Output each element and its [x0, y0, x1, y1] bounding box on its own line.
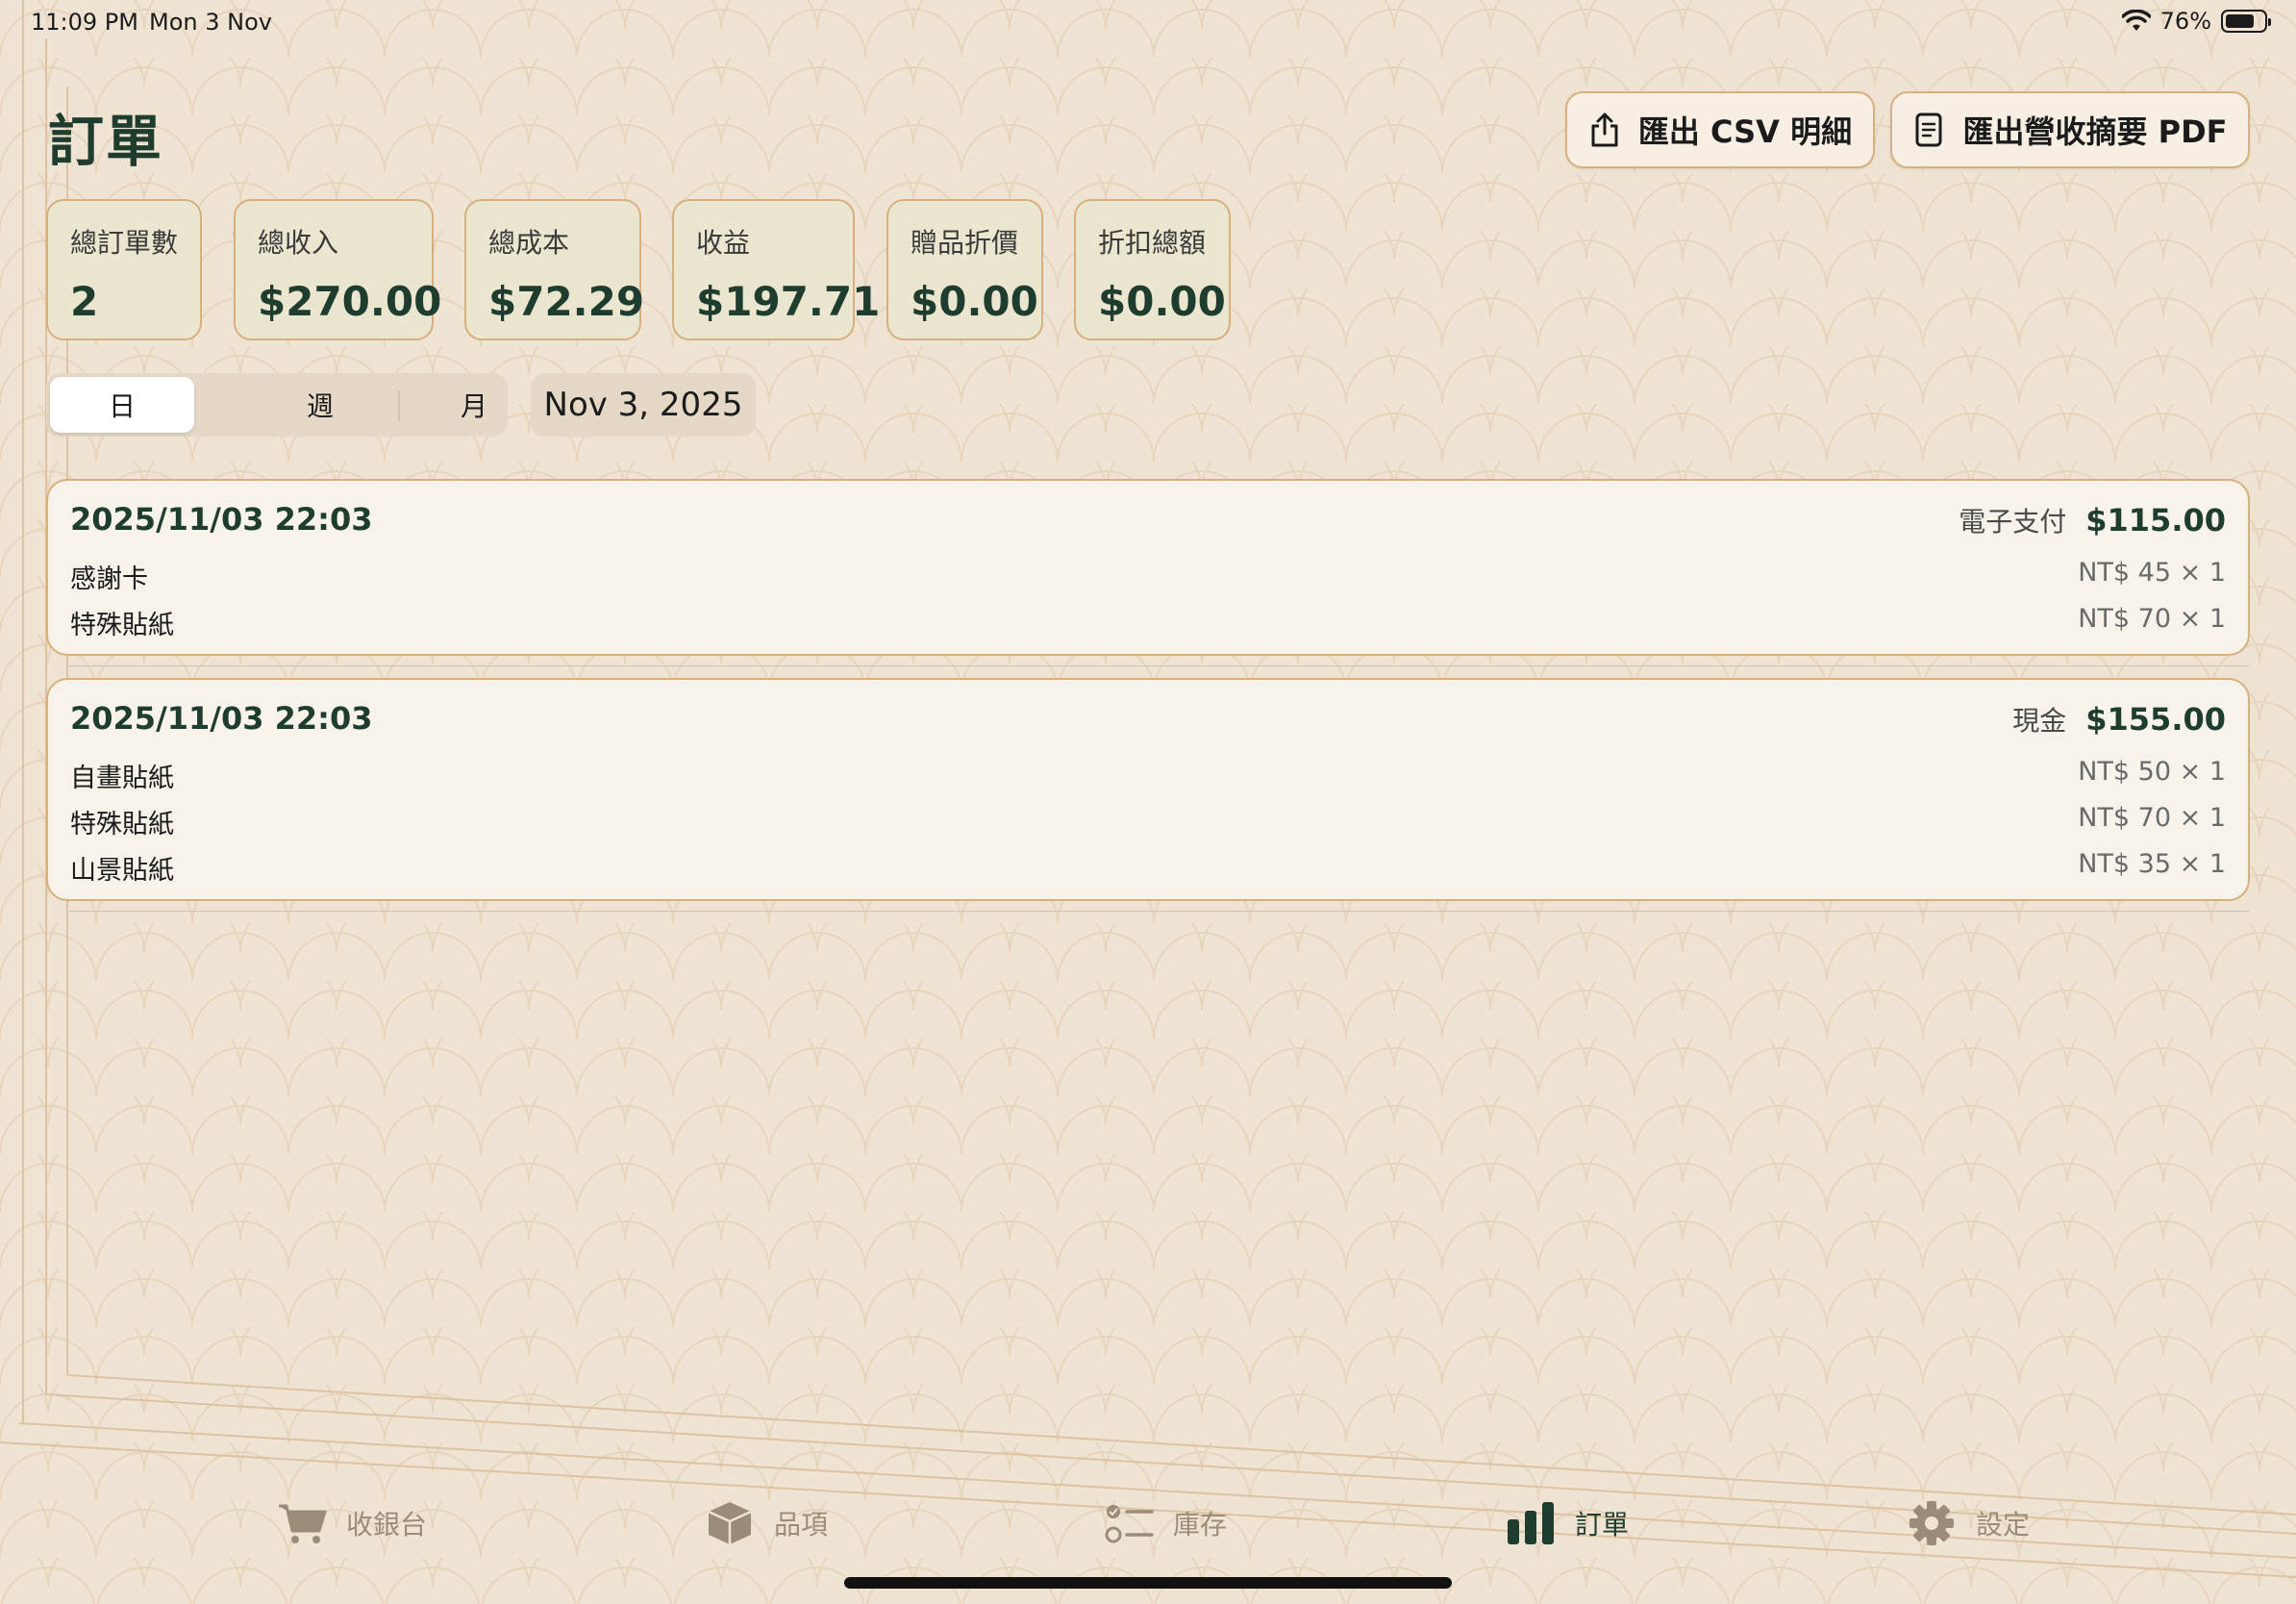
- stat-label: 總收入: [258, 227, 339, 259]
- list-separator: [69, 665, 2250, 666]
- order-line-item: 特殊貼紙 NT$ 70 × 1: [70, 803, 2226, 840]
- stat-value: $270.00: [258, 278, 442, 325]
- stat-value: $0.00: [911, 278, 1038, 325]
- tab-settings[interactable]: 設定: [1907, 1500, 2030, 1546]
- item-price-qty: NT$ 70 × 1: [2078, 803, 2226, 833]
- date-picker[interactable]: Nov 3, 2025: [531, 373, 756, 437]
- order-card[interactable]: 2025/11/03 22:03 電子支付 $115.00 感謝卡 NT$ 45…: [46, 479, 2250, 656]
- wifi-icon: [2121, 10, 2151, 31]
- order-line-item: 山景貼紙 NT$ 35 × 1: [70, 849, 2226, 886]
- box-icon: [708, 1502, 752, 1544]
- item-price-qty: NT$ 35 × 1: [2078, 849, 2226, 879]
- order-line-item: 特殊貼紙 NT$ 70 × 1: [70, 604, 2226, 640]
- segment-month[interactable]: 月: [402, 377, 546, 433]
- battery-percent: 76%: [2159, 8, 2211, 35]
- tab-label: 庫存: [1173, 1509, 1228, 1541]
- item-name: 感謝卡: [70, 564, 148, 594]
- battery-icon: [2221, 10, 2271, 33]
- orders-screen: 訂單 匯出 CSV 明細 匯出營收摘要 PDF 總訂單數 2 總收入 $270.…: [0, 0, 2296, 1604]
- payment-method: 現金: [2012, 705, 2067, 737]
- item-price-qty: NT$ 50 × 1: [2078, 757, 2226, 787]
- stat-label: 收益: [696, 227, 751, 259]
- segment-day[interactable]: 日: [50, 377, 194, 433]
- stat-card-total-orders: 總訂單數 2: [46, 199, 202, 340]
- item-price-qty: NT$ 45 × 1: [2078, 558, 2226, 588]
- order-line-item: 自畫貼紙 NT$ 50 × 1: [70, 757, 2226, 793]
- share-icon: [1591, 113, 1618, 147]
- status-indicators: 76%: [2121, 8, 2271, 35]
- home-indicator[interactable]: [844, 1577, 1452, 1589]
- tab-bar: 收銀台 品項 庫存 訂單 設定: [0, 1481, 2296, 1577]
- stat-label: 贈品折價: [911, 227, 1019, 259]
- stat-label: 總訂單數: [70, 227, 179, 259]
- export-pdf-label: 匯出營收摘要 PDF: [1962, 113, 2228, 150]
- export-csv-button[interactable]: 匯出 CSV 明細: [1565, 91, 1875, 168]
- item-name: 特殊貼紙: [70, 810, 174, 840]
- stat-card-discount-total: 折扣總額 $0.00: [1074, 199, 1231, 340]
- order-card[interactable]: 2025/11/03 22:03 現金 $155.00 自畫貼紙 NT$ 50 …: [46, 678, 2250, 901]
- tab-label: 品項: [774, 1509, 829, 1541]
- export-pdf-button[interactable]: 匯出營收摘要 PDF: [1890, 91, 2250, 168]
- battery-level: [2226, 14, 2254, 28]
- tab-register[interactable]: 收銀台: [277, 1500, 427, 1546]
- segment-week[interactable]: 週: [248, 377, 392, 433]
- order-total: $115.00: [2085, 502, 2226, 539]
- order-time: 2025/11/03 22:03: [70, 700, 373, 737]
- tab-label: 收銀台: [346, 1509, 428, 1541]
- page-title: 訂單: [48, 109, 164, 174]
- stat-card-profit: 收益 $197.71: [672, 199, 881, 340]
- document-icon: [1915, 113, 1942, 147]
- order-payment: 電子支付 $115.00: [1959, 501, 2226, 539]
- tab-inventory[interactable]: 庫存: [1104, 1500, 1227, 1546]
- stat-card-total-revenue: 總收入 $270.00: [234, 199, 442, 340]
- item-name: 自畫貼紙: [70, 764, 174, 793]
- stat-value: $0.00: [1098, 278, 1226, 325]
- payment-method: 電子支付: [1959, 506, 2067, 538]
- stat-label: 總成本: [488, 227, 570, 259]
- tab-label: 訂單: [1575, 1509, 1630, 1541]
- order-header: 2025/11/03 22:03 電子支付 $115.00: [70, 501, 2226, 543]
- bar-chart-icon: [1508, 1502, 1554, 1544]
- order-payment: 現金 $155.00: [2012, 700, 2226, 739]
- stat-value: 2: [70, 278, 99, 325]
- cart-icon: [279, 1504, 327, 1543]
- tab-items[interactable]: 品項: [705, 1500, 828, 1546]
- stat-value: $72.29: [488, 278, 645, 325]
- order-time: 2025/11/03 22:03: [70, 501, 373, 538]
- order-total: $155.00: [2085, 701, 2226, 738]
- stat-label: 折扣總額: [1098, 227, 1207, 259]
- item-price-qty: NT$ 70 × 1: [2078, 604, 2226, 634]
- item-name: 特殊貼紙: [70, 611, 174, 640]
- segment-divider: [398, 390, 400, 421]
- list-separator: [69, 911, 2250, 912]
- period-segmented-control: 日 週 月: [46, 373, 508, 437]
- tab-label: 設定: [1976, 1509, 2031, 1541]
- gear-icon: [1909, 1501, 1954, 1545]
- tab-orders[interactable]: 訂單: [1506, 1500, 1629, 1546]
- order-header: 2025/11/03 22:03 現金 $155.00: [70, 700, 2226, 742]
- item-name: 山景貼紙: [70, 856, 174, 886]
- status-bar: 11:09 PM Mon 3 Nov 76%: [0, 0, 2296, 46]
- order-line-item: 感謝卡 NT$ 45 × 1: [70, 558, 2226, 594]
- checklist-icon: [1105, 1505, 1154, 1543]
- stat-value: $197.71: [696, 278, 881, 325]
- stat-card-total-cost: 總成本 $72.29: [464, 199, 645, 340]
- status-time: 11:09 PM: [31, 9, 138, 36]
- export-csv-label: 匯出 CSV 明細: [1637, 113, 1853, 150]
- stat-card-gift-discount: 贈品折價 $0.00: [886, 199, 1043, 340]
- status-date: Mon 3 Nov: [149, 9, 272, 36]
